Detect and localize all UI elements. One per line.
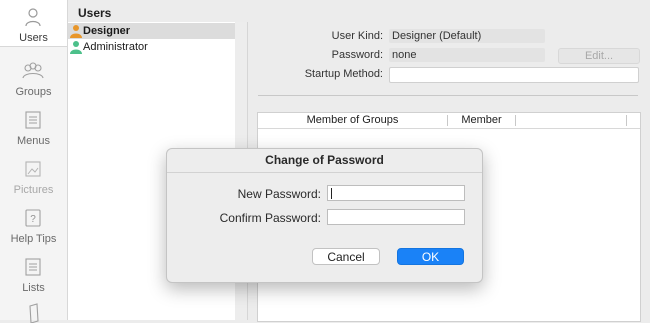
new-password-field[interactable]: [327, 185, 465, 201]
sidebar-item-lists[interactable]: Lists: [0, 250, 67, 296]
sidebar-item-label: Users: [19, 32, 48, 44]
divider: [258, 95, 638, 96]
user-name: Administrator: [83, 41, 148, 53]
password-field: none: [389, 48, 545, 62]
sidebar-item-groups[interactable]: Groups: [0, 54, 67, 100]
user-avatar-icon: [70, 41, 82, 54]
column-header-member[interactable]: Member: [448, 113, 515, 128]
table-header: Member of Groups Member: [258, 113, 640, 129]
sidebar-item-pictures[interactable]: Pictures: [0, 152, 67, 198]
lists-icon: [25, 258, 41, 276]
sidebar-item-users[interactable]: Users: [0, 0, 67, 47]
text-caret: [331, 188, 332, 199]
user-kind-label: User Kind:: [331, 30, 383, 42]
sidebar-item-label: Groups: [15, 86, 52, 98]
document-icon: [29, 303, 39, 323]
menus-icon: [25, 111, 41, 129]
column-separator: [515, 115, 516, 126]
edit-password-button[interactable]: Edit...: [558, 48, 640, 64]
sidebar-item-help-tips[interactable]: ? Help Tips: [0, 201, 67, 247]
list-item-administrator[interactable]: Administrator: [68, 39, 235, 55]
startup-method-label: Startup Method:: [304, 68, 383, 80]
dialog-title: Change of Password: [167, 149, 482, 173]
user-avatar-icon: [70, 25, 82, 38]
sidebar-item-label: Lists: [22, 282, 45, 294]
sidebar-item-menus[interactable]: Menus: [0, 103, 67, 149]
confirm-password-field[interactable]: [327, 209, 465, 225]
pictures-icon: [25, 161, 41, 177]
password-label: Password:: [331, 49, 383, 61]
groups-icon: [22, 62, 44, 79]
help-tips-icon: ?: [25, 209, 41, 227]
user-kind-field: Designer (Default): [389, 29, 545, 43]
sidebar-item-label: Pictures: [13, 184, 54, 196]
cancel-button[interactable]: Cancel: [312, 248, 380, 265]
ok-button[interactable]: OK: [397, 248, 464, 265]
column-header-member-of-groups[interactable]: Member of Groups: [258, 113, 447, 128]
sidebar-item-label: Help Tips: [10, 233, 57, 245]
startup-method-field[interactable]: [389, 67, 639, 83]
svg-text:?: ?: [30, 214, 36, 225]
user-icon: [25, 8, 41, 27]
user-name: Designer: [83, 25, 131, 37]
new-password-label: New Password:: [237, 187, 321, 201]
sidebar: Users Groups Menus Pictures ? Help Tips …: [0, 0, 68, 323]
sidebar-item-more[interactable]: [0, 299, 67, 323]
sidebar-item-label: Menus: [16, 135, 51, 147]
column-separator: [626, 115, 627, 126]
users-panel-title: Users: [78, 6, 112, 20]
list-item-designer[interactable]: Designer: [68, 23, 235, 39]
confirm-password-label: Confirm Password:: [219, 211, 321, 225]
change-password-dialog: Change of Password New Password: Confirm…: [166, 148, 483, 283]
